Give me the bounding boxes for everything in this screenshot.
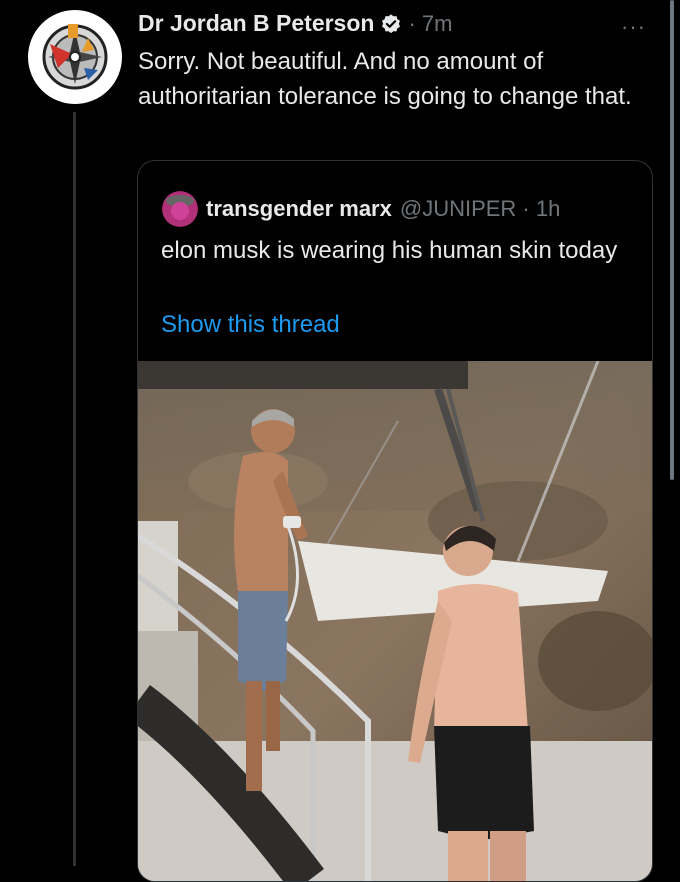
quoted-tweet-card[interactable]: transgender marx @JUNIPER · 1h elon musk… [137, 160, 653, 882]
thread-connector-line [73, 112, 76, 866]
scrollbar[interactable] [670, 0, 674, 480]
quoted-tweet-header: transgender marx @JUNIPER · 1h [162, 191, 560, 227]
author-name[interactable]: Dr Jordan B Peterson [138, 10, 374, 37]
tweet-header: Dr Jordan B Peterson · 7m [138, 10, 452, 37]
verified-badge-icon [382, 13, 401, 33]
quoted-tweet-photo[interactable] [138, 361, 652, 881]
avatar[interactable] [28, 10, 122, 104]
show-thread-link[interactable]: Show this thread [161, 311, 340, 339]
quoted-avatar-image-icon [162, 191, 198, 227]
quoted-author-name: transgender marx [206, 196, 392, 221]
avatar-logo-icon [29, 11, 121, 103]
more-options-icon[interactable]: ··· [621, 14, 646, 40]
tweet-timestamp[interactable]: · 7m [408, 11, 452, 37]
quoted-avatar[interactable] [162, 191, 198, 227]
tweet-text: Sorry. Not beautiful. And no amount of a… [138, 48, 632, 110]
quoted-handle-time: @JUNIPER · 1h [399, 196, 561, 221]
quoted-tweet-text: elon musk is wearing his human skin toda… [161, 237, 618, 264]
